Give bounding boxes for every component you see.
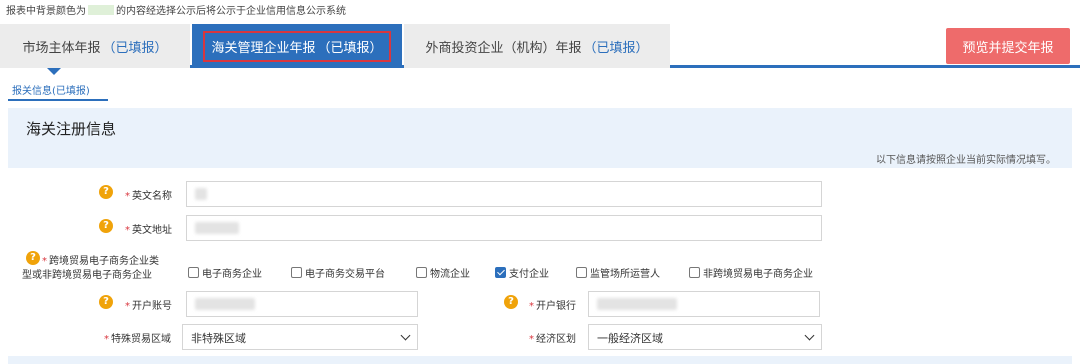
help-icon[interactable]: ? [99,219,113,233]
checkbox-ecommerce-platform[interactable]: 电子商务交易平台 [291,265,385,280]
label-text: 开户银行 [536,301,576,312]
account-number-input[interactable] [186,291,418,317]
tab-market-entity-report[interactable]: 市场主体年报 （已填报） [0,24,190,68]
bank-label: * 开户银行 [529,297,576,312]
help-icon[interactable]: ? [99,185,113,199]
economic-zone-select[interactable]: 一般经济区域 [588,324,822,350]
english-address-input[interactable] [186,215,822,241]
ecommerce-type-label-line1: * 跨境贸易电子商务企业类 [42,252,159,267]
required-mark: * [125,225,130,236]
required-mark: * [529,334,534,345]
redacted-value [597,298,677,310]
subtab-customs-info[interactable]: 报关信息(已填报) [12,82,90,97]
required-mark: * [104,334,109,345]
select-value: 非特殊区域 [191,332,246,345]
account-number-label: * 开户账号 [125,297,172,312]
notice-prefix: 报表中背景颜色为 [6,6,86,17]
checkbox-label: 电子商务交易平台 [305,269,385,280]
label-text: 英文地址 [132,225,172,236]
label-text: 特殊贸易区域 [111,334,171,345]
tab-foreign-investment-report[interactable]: 外商投资企业（机构）年报 （已填报） [404,24,670,68]
special-trade-zone-label: * 特殊贸易区域 [104,330,171,345]
checkbox-box[interactable] [188,267,199,278]
bank-input[interactable] [588,291,820,317]
economic-zone-label: * 经济区划 [529,330,576,345]
ecommerce-type-label-line2: 型或非跨境贸易电子商务企业 [22,270,152,281]
required-mark: * [125,301,130,312]
caret-down-icon [47,68,61,75]
checkbox-box[interactable] [291,267,302,278]
english-name-label: * 英文名称 [125,187,172,202]
subtab-underline [8,99,108,101]
checkbox-box[interactable] [689,267,700,278]
tab-label: 市场主体年报 [22,40,101,56]
english-name-input[interactable] [186,181,822,207]
required-mark: * [125,191,130,202]
tab-label: 海关管理企业年报 [211,40,316,56]
color-swatch [88,5,114,15]
select-value: 一般经济区域 [597,332,663,345]
label-text: 英文名称 [132,191,172,202]
notice-text: 报表中背景颜色为 的内容经选择公示后将公示于企业信用信息公示系统 [6,2,346,17]
redacted-value [195,188,207,200]
label-text: 经济区划 [536,334,576,345]
label-text: 开户账号 [132,301,172,312]
required-mark: * [529,301,534,312]
chevron-down-icon [400,330,411,341]
checkbox-ecommerce-enterprise[interactable]: 电子商务企业 [188,265,262,280]
checkbox-box[interactable] [576,267,587,278]
preview-submit-button[interactable]: 预览并提交年报 [946,28,1070,64]
english-address-label: * 英文地址 [125,221,172,236]
redacted-value [195,298,255,310]
checkbox-logistics[interactable]: 物流企业 [416,265,470,280]
redacted-value [195,222,239,234]
chevron-down-icon [804,330,815,341]
checkbox-payment[interactable]: 支付企业 [495,265,549,280]
tab-customs-report[interactable]: 海关管理企业年报 （已填报） [192,24,402,68]
customs-form: ? * 英文名称 ? * 英文地址 ? * 跨境贸易电子商务企业类 型或非跨境贸易电子… [8,168,1072,364]
tab-highlight-box: 海关管理企业年报 （已填报） [203,30,391,62]
checkbox-label: 电子商务企业 [202,269,262,280]
tab-status: （已填报） [317,40,383,56]
section-hint: 以下信息请按照企业当前实际情况填写。 [8,148,1072,168]
checkbox-label: 支付企业 [509,269,549,280]
checkbox-label: 非跨境贸易电子商务企业 [703,269,813,280]
checkbox-non-cross-border[interactable]: 非跨境贸易电子商务企业 [689,265,813,280]
tab-status: （已填报） [583,40,649,56]
notice-suffix: 的内容经选择公示后将公示于企业信用信息公示系统 [116,6,346,17]
report-tabbar: 市场主体年报 （已填报） 海关管理企业年报 （已填报） 外商投资企业（机构）年报 （已… [0,22,1080,68]
checkbox-supervision-operator[interactable]: 监管场所运营人 [576,265,660,280]
checkbox-label: 物流企业 [430,269,470,280]
tab-status: （已填报） [102,40,168,56]
checkbox-box[interactable] [495,267,506,278]
checkbox-label: 监管场所运营人 [590,269,660,280]
tab-label: 外商投资企业（机构）年报 [425,40,582,56]
checkbox-box[interactable] [416,267,427,278]
help-icon[interactable]: ? [504,295,518,309]
help-icon[interactable]: ? [99,295,113,309]
special-trade-zone-select[interactable]: 非特殊区域 [182,324,418,350]
section-title: 海关注册信息 [8,108,1072,148]
help-icon[interactable]: ? [26,251,40,265]
section-bottom-strip [8,356,1072,364]
